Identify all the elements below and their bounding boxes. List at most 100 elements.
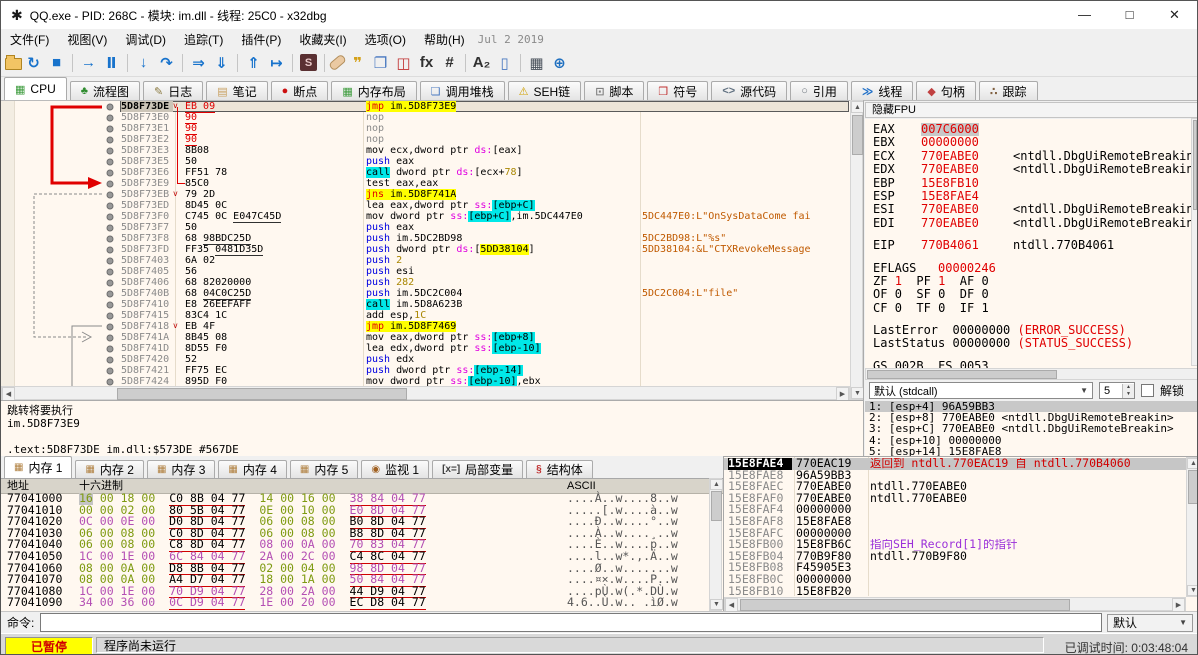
scroll-thumb[interactable] (117, 388, 407, 400)
tab-log[interactable]: ✎日志 (143, 81, 203, 100)
register-line[interactable]: LastError 00000000 (ERROR_SUCCESS) (865, 324, 1198, 337)
disasm-row[interactable]: 5D8F740668 82020000push 282 (120, 277, 849, 288)
disasm-row[interactable]: 5D8F7418vEB 4Fjmp im.5D8F7469 (120, 321, 849, 332)
disasm-row[interactable]: 5D8F741583C4 1Cadd esp,1C (120, 310, 849, 321)
scroll-left-icon[interactable]: ◀ (725, 598, 738, 612)
menu-item-选项[interactable]: 选项(O) (356, 29, 415, 50)
tab-dump4[interactable]: ▦内存 4 (218, 460, 286, 478)
tab-script[interactable]: ⊡脚本 (584, 81, 644, 100)
scroll-thumb[interactable] (711, 491, 722, 521)
disasm-row[interactable]: 5D8F73E985C0test eax,eax (120, 178, 849, 189)
menu-item-收藏夹[interactable]: 收藏夹(I) (290, 29, 355, 50)
tab-seh[interactable]: ⚠SEH链 (508, 81, 582, 100)
scroll-up-icon[interactable]: ▲ (1187, 458, 1198, 469)
register-line[interactable]: ECX770EABE0<ntdll.DbgUiRemoteBreakin> (865, 150, 1198, 163)
register-line[interactable]: EDX770EABE0<ntdll.DbgUiRemoteBreakin> (865, 163, 1198, 176)
disasm-row[interactable]: 5D8F73E190nop (120, 123, 849, 134)
disasm-row[interactable]: 5D8F73ED8D45 0Clea eax,dword ptr ss:[ebp… (120, 200, 849, 211)
disasm-row[interactable]: 5D8F73F0C745 0C E047C45Dmov dword ptr ss… (120, 211, 849, 222)
scroll-thumb[interactable] (1193, 120, 1197, 210)
scroll-thumb[interactable] (867, 370, 1057, 379)
registers-hscrollbar[interactable] (865, 368, 1198, 380)
step-into-icon[interactable]: ↓ (132, 52, 155, 74)
memory-dump-panel[interactable]: 地址 十六进制 ASCII 770410001600 18 00C0 8B 04… (1, 478, 723, 611)
scroll-right-icon[interactable]: ▶ (836, 387, 849, 401)
registers-list[interactable]: EAX007C6000EBX00000000ECX770EABE0<ntdll.… (865, 119, 1198, 371)
menu-item-调试[interactable]: 调试(D) (116, 29, 175, 50)
disasm-row[interactable]: 5D8F73F750push eax (120, 222, 849, 233)
tab-graph[interactable]: ♣流程图 (70, 81, 140, 100)
disasm-row[interactable]: 5D8F73FDFF35 0481D35Dpush dword ptr ds:[… (120, 244, 849, 255)
register-line[interactable]: EAX007C6000 (865, 123, 1198, 136)
register-line[interactable]: EBP15E8FB10 (865, 177, 1198, 190)
disasm-row[interactable]: 5D8F73E290nop (120, 134, 849, 145)
scroll-down-icon[interactable]: ▼ (710, 599, 723, 610)
disasm-row[interactable]: 5D8F741D8D55 F0lea edx,dword ptr ss:[ebp… (120, 343, 849, 354)
stack-hscrollbar[interactable]: ◀ ▶ (724, 597, 1186, 611)
disasm-row[interactable]: 5D8F74036A 02push 2 (120, 255, 849, 266)
pause-icon[interactable]: Ⅱ (100, 52, 123, 74)
spin-up-icon[interactable]: ▲ (1123, 384, 1134, 391)
tab-handles[interactable]: ◆句柄 (916, 81, 975, 100)
open-file-icon[interactable] (5, 58, 22, 70)
seh-setup-icon[interactable]: S (300, 54, 317, 71)
menu-item-插件[interactable]: 插件(P) (232, 29, 290, 50)
register-line[interactable]: ESI770EABE0<ntdll.DbgUiRemoteBreakin> (865, 203, 1198, 216)
call-arguments-list[interactable]: 1: [esp+4] 96A59BB32: [esp+8] 770EABE0 <… (865, 401, 1198, 457)
tab-memmap[interactable]: ▦内存布局 (331, 81, 416, 100)
disasm-row[interactable]: 5D8F740556push esi (120, 266, 849, 277)
comment-icon[interactable]: ❞ (346, 52, 369, 74)
register-line[interactable]: OF 0 SF 0 DF 0 (865, 288, 1198, 301)
disasm-row[interactable]: 5D8F73F868 98BDC25Dpush im.5DC2BD985DC2B… (120, 233, 849, 244)
run-to-return-icon[interactable]: ⇒ (187, 52, 210, 74)
register-line[interactable]: EFLAGS 00000246 (865, 262, 1198, 275)
disasm-row[interactable]: 5D8F73DEvEB 09jmp im.5D8F73E9 (120, 101, 849, 112)
pda-icon[interactable]: ▯ (493, 52, 516, 74)
execute-till-return-icon[interactable]: ⇓ (210, 52, 233, 74)
stack-row[interactable]: 15E8FB1015E8FB20 (724, 586, 1198, 598)
tab-dump3[interactable]: ▦内存 3 (147, 460, 215, 478)
tab-watch1[interactable]: ◉监视 1 (361, 460, 429, 478)
tab-threads[interactable]: ≫线程 (851, 81, 914, 100)
minimize-button[interactable]: — (1062, 1, 1107, 28)
tab-callstack[interactable]: ❏调用堆栈 (420, 81, 505, 100)
register-line[interactable]: ESP15E8FAE4 (865, 190, 1198, 203)
disasm-row[interactable]: 5D8F73E090nop (120, 112, 849, 123)
disasm-row[interactable]: 5D8F742052push edx (120, 354, 849, 365)
command-mode-select[interactable]: 默认 ▼ (1107, 614, 1193, 632)
register-line[interactable]: LastStatus 00000000 (STATUS_SUCCESS) (865, 337, 1198, 350)
function-icon[interactable]: fx (415, 52, 438, 74)
registers-vscrollbar[interactable] (1191, 118, 1198, 366)
unlock-checkbox[interactable] (1141, 384, 1154, 397)
menu-item-视图[interactable]: 视图(V) (58, 29, 116, 50)
tab-source[interactable]: <>源代码 (711, 81, 787, 100)
tab-trace[interactable]: ∴跟踪 (979, 81, 1038, 100)
scroll-down-icon[interactable]: ▼ (1187, 585, 1198, 596)
scroll-thumb[interactable] (740, 599, 1070, 611)
tab-symbols[interactable]: ❒符号 (647, 81, 708, 100)
scroll-thumb[interactable] (852, 115, 863, 155)
tab-notes[interactable]: ▤笔记 (206, 81, 267, 100)
register-line[interactable]: EIP770B4061ntdll.770B4061 (865, 239, 1198, 252)
stack-vscrollbar[interactable]: ▲ ▼ (1186, 457, 1198, 597)
patch-icon[interactable] (328, 54, 347, 72)
disasm-row[interactable]: 5D8F7410E8 26EEFAFFcall im.5D8A623B (120, 299, 849, 310)
disasm-row[interactable]: 5D8F73EBv79 2Djns im.5D8F741A (120, 189, 849, 200)
disassembly-panel[interactable]: 5D8F73DEvEB 09jmp im.5D8F73E95D8F73E090n… (1, 100, 850, 387)
menu-item-帮助[interactable]: 帮助(H) (415, 29, 474, 50)
dump-vscrollbar[interactable]: ▲ ▼ (709, 478, 722, 611)
hide-fpu-button[interactable]: 隐藏FPU (865, 102, 1198, 118)
spin-down-icon[interactable]: ▼ (1123, 391, 1134, 398)
bookmark-icon[interactable]: ◫ (392, 52, 415, 74)
register-line[interactable]: EBX00000000 (865, 136, 1198, 149)
register-line[interactable]: CF 0 TF 0 IF 1 (865, 302, 1198, 315)
scroll-up-icon[interactable]: ▲ (710, 479, 723, 490)
tab-breakpoints[interactable]: ●断点 (271, 81, 329, 100)
disasm-row[interactable]: 5D8F740B68 04C0C25Dpush im.5DC2C0045DC2C… (120, 288, 849, 299)
tab-references[interactable]: ○引用 (790, 81, 848, 100)
calculator-icon[interactable]: ▦ (525, 52, 548, 74)
scroll-right-icon[interactable]: ▶ (1172, 598, 1185, 612)
internet-icon[interactable]: ⊕ (548, 52, 571, 74)
menu-item-追踪[interactable]: 追踪(T) (175, 29, 232, 50)
disasm-row[interactable]: 5D8F7421FF75 ECpush dword ptr ss:[ebp-14… (120, 365, 849, 376)
